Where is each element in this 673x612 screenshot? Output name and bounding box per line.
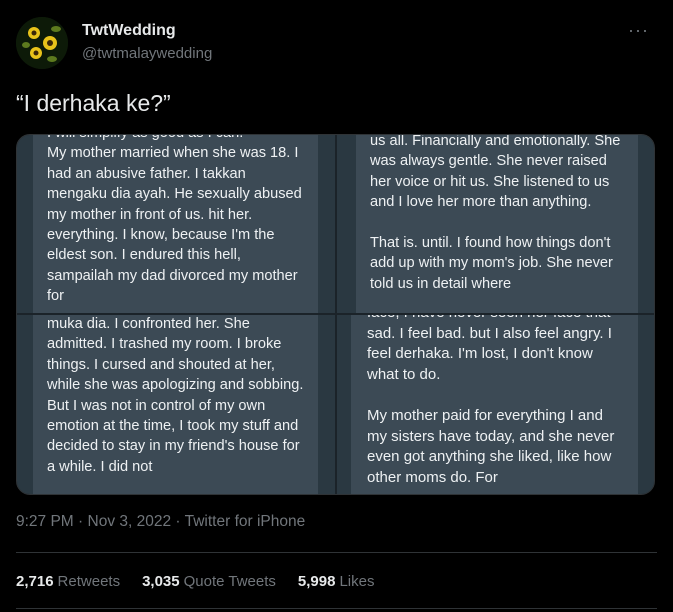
meta-separator: · (78, 513, 88, 530)
author-name[interactable]: TwtWedding (82, 22, 176, 40)
divider (16, 608, 657, 609)
likes-count: 5,998 (297, 573, 336, 590)
meta-separator: · (175, 513, 185, 530)
more-options-icon[interactable]: ··· (628, 20, 649, 41)
tweet-time[interactable]: 9:27 PM (16, 513, 74, 530)
quote-tweets-count: 3,035 (142, 573, 180, 590)
media-image-1[interactable]: I will simplify as good as I can. My mot… (17, 135, 335, 313)
media-image-3-text: muka dia. I confronted her. She admitted… (33, 315, 318, 494)
likes-stat[interactable]: 5,998 Likes (298, 573, 375, 590)
media-grid[interactable]: I will simplify as good as I can. My mot… (16, 134, 655, 495)
author-handle[interactable]: @twtmalaywedding (82, 45, 212, 62)
retweets-label: Retweets (57, 573, 121, 590)
divider (16, 552, 657, 553)
retweets-count: 2,716 (16, 573, 54, 590)
tweet-date[interactable]: Nov 3, 2022 (88, 513, 172, 530)
retweets-stat[interactable]: 2,716 Retweets (16, 573, 120, 590)
media-image-4[interactable]: face, I have never seen her face that sa… (337, 315, 654, 494)
tweet-meta: 9:27 PM · Nov 3, 2022 · Twitter for iPho… (16, 513, 305, 531)
media-image-4-text: face, I have never seen her face that sa… (351, 315, 638, 494)
media-image-2-text: us all. Financially and emotionally. She… (356, 135, 638, 313)
media-image-2[interactable]: us all. Financially and emotionally. She… (337, 135, 654, 313)
tweet-source[interactable]: Twitter for iPhone (185, 513, 306, 530)
sunflower-avatar-icon[interactable] (16, 17, 68, 69)
tweet: TwtWedding @twtmalaywedding ··· “I derha… (0, 0, 673, 612)
media-image-3[interactable]: muka dia. I confronted her. She admitted… (17, 315, 335, 494)
quote-tweets-label: Quote Tweets (183, 573, 276, 590)
tweet-stats: 2,716 Retweets 3,035 Quote Tweets 5,998 … (16, 573, 374, 590)
media-image-1-text: I will simplify as good as I can. My mot… (33, 135, 318, 313)
tweet-text: “I derhaka ke?” (16, 90, 171, 116)
likes-label: Likes (339, 573, 375, 590)
quote-tweets-stat[interactable]: 3,035 Quote Tweets (142, 573, 276, 590)
